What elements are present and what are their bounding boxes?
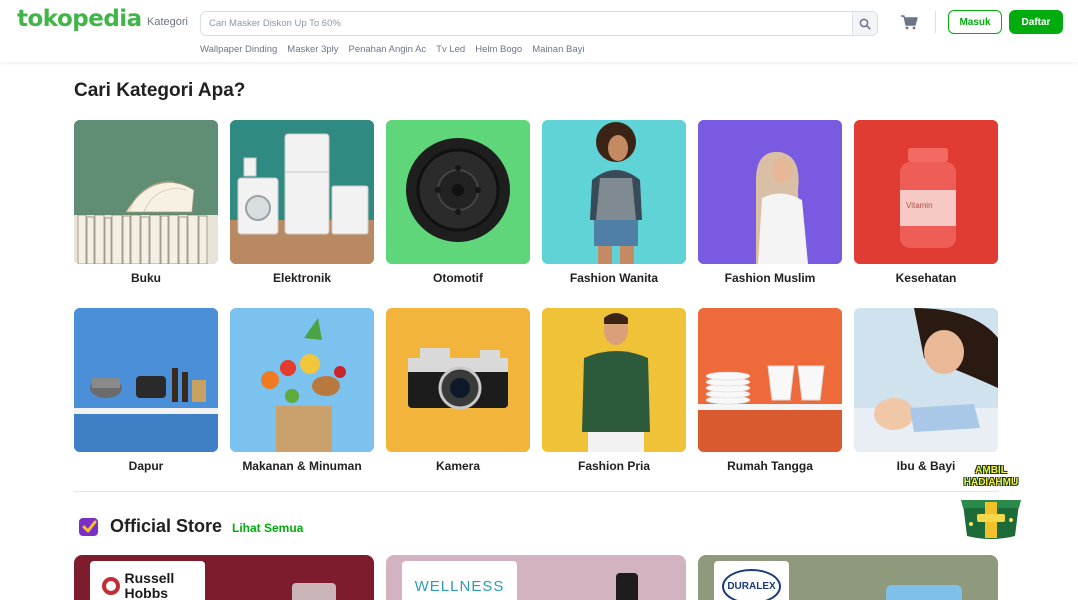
- search-input[interactable]: [209, 12, 849, 35]
- category-image-groceries: [230, 308, 374, 452]
- reward-widget-label: AMBIL HADIAHMU: [963, 465, 1019, 488]
- suggestion-link[interactable]: Penahan Angin Ac: [349, 44, 427, 55]
- category-image-mother-baby: [854, 308, 998, 452]
- store-card-russell-hobbs[interactable]: Russell Hobbs: [74, 555, 374, 600]
- search-icon: [859, 18, 871, 30]
- category-label: Buku: [131, 271, 161, 285]
- tokopedia-logo[interactable]: tokopedia: [17, 6, 142, 32]
- store-brand: Russell Hobbs: [124, 570, 175, 600]
- suggestion-link[interactable]: Mainan Bayi: [532, 44, 584, 55]
- login-button[interactable]: Masuk: [948, 10, 1002, 34]
- kategori-menu[interactable]: Kategori: [147, 16, 188, 28]
- category-label: Rumah Tangga: [727, 459, 813, 473]
- see-all-link[interactable]: Lihat Semua: [232, 521, 303, 535]
- search-suggestions: Wallpaper Dinding Masker 3ply Penahan An…: [200, 44, 584, 55]
- category-card-elektronik[interactable]: Elektronik: [230, 120, 374, 285]
- category-label: Otomotif: [433, 271, 483, 285]
- product-blender-icon: [292, 583, 336, 600]
- product-bottle-icon: [616, 573, 638, 600]
- search-bar: [200, 11, 878, 36]
- category-card-buku[interactable]: Buku: [74, 120, 218, 285]
- category-image-books: [74, 120, 218, 264]
- category-label: Kamera: [435, 459, 481, 473]
- store-card-duralex[interactable]: DURALEX: [698, 555, 998, 600]
- category-label: Fashion Wanita: [569, 271, 659, 285]
- category-section-title: Cari Kategori Apa?: [74, 80, 246, 101]
- cart-icon[interactable]: [900, 14, 918, 30]
- category-image-camera: [386, 308, 530, 452]
- category-label: Makanan & Minuman: [242, 459, 362, 473]
- category-image-woman: [542, 120, 686, 264]
- category-card-dapur[interactable]: Dapur: [74, 308, 218, 473]
- top-header: tokopedia Kategori Masuk Daftar Wallpape…: [0, 0, 1078, 62]
- category-label: Kesehatan: [895, 271, 957, 285]
- category-image-man: [542, 308, 686, 452]
- product-container-icon: [886, 585, 962, 600]
- category-image-vitamin: Vitamin: [854, 120, 998, 264]
- official-store-icon: [79, 518, 98, 536]
- category-card-fashion-pria[interactable]: Fashion Pria: [542, 308, 686, 473]
- official-store-title: Official Store: [110, 516, 223, 536]
- category-label: Dapur: [128, 459, 164, 473]
- category-image-tire: [386, 120, 530, 264]
- store-logo: Russell Hobbs: [90, 561, 205, 600]
- suggestion-link[interactable]: Masker 3ply: [287, 44, 338, 55]
- store-logo: WELLNESS: [402, 561, 517, 600]
- register-button[interactable]: Daftar: [1009, 10, 1063, 34]
- russell-hobbs-emblem-icon: [101, 577, 120, 595]
- store-logo: DURALEX: [714, 561, 789, 600]
- search-button[interactable]: [852, 12, 877, 35]
- suggestion-link[interactable]: Wallpaper Dinding: [200, 44, 277, 55]
- store-brand: WELLNESS: [414, 577, 505, 595]
- category-label: Fashion Muslim: [724, 271, 816, 285]
- category-card-fashion-muslim[interactable]: Fashion Muslim: [698, 120, 842, 285]
- reward-widget[interactable]: AMBIL HADIAHMU: [955, 462, 1027, 542]
- category-label: Elektronik: [272, 271, 332, 285]
- category-card-ibu-bayi[interactable]: Ibu & Bayi: [854, 308, 998, 473]
- svg-text:Vitamin: Vitamin: [906, 201, 933, 210]
- category-image-dishes: [698, 308, 842, 452]
- category-image-muslimah: [698, 120, 842, 264]
- category-card-rumah-tangga[interactable]: Rumah Tangga: [698, 308, 842, 473]
- section-divider: [74, 491, 999, 492]
- suggestion-link[interactable]: Helm Bogo: [475, 44, 522, 55]
- category-card-kamera[interactable]: Kamera: [386, 308, 530, 473]
- category-label: Fashion Pria: [577, 459, 651, 473]
- category-card-makanan[interactable]: Makanan & Minuman: [230, 308, 374, 473]
- category-image-electronics: [230, 120, 374, 264]
- suggestion-link[interactable]: Tv Led: [436, 44, 465, 55]
- store-card-wellness[interactable]: WELLNESS: [386, 555, 686, 600]
- header-divider: [935, 11, 936, 33]
- category-card-otomotif[interactable]: Otomotif: [386, 120, 530, 285]
- category-card-fashion-wanita[interactable]: Fashion Wanita: [542, 120, 686, 285]
- category-image-kitchen: [74, 308, 218, 452]
- store-brand: DURALEX: [722, 568, 781, 600]
- category-card-kesehatan[interactable]: Vitamin Kesehatan: [854, 120, 998, 285]
